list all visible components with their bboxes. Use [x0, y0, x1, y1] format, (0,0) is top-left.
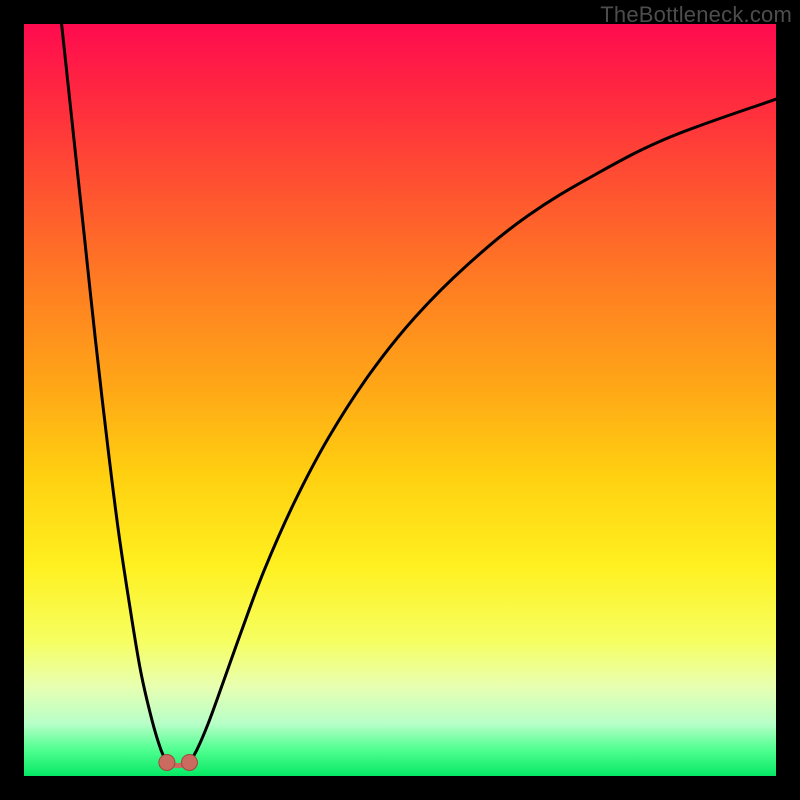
plot-area: [24, 24, 776, 776]
chart-svg: [24, 24, 776, 776]
gradient-background: [24, 24, 776, 776]
marker-min-left: [159, 754, 175, 770]
chart-frame: TheBottleneck.com: [0, 0, 800, 800]
marker-min-right: [181, 754, 197, 770]
